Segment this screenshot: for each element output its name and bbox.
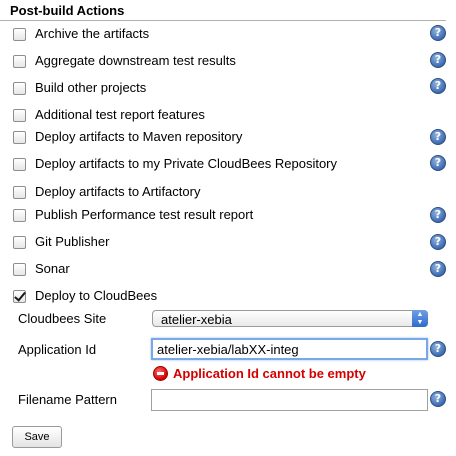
section-title: Post-build Actions [10,3,125,18]
help-icon[interactable]: ? [430,25,446,41]
git-publisher-checkbox[interactable] [13,236,26,249]
select-arrows-icon: ▲ ▼ [412,310,428,327]
action-row-aggregate-downstream[interactable]: Aggregate downstream test results ? [0,49,456,75]
help-icon[interactable]: ? [430,234,446,250]
application-id-label: Application Id [18,342,97,357]
action-label: Deploy artifacts to my Private CloudBees… [35,156,338,171]
action-row-git-publisher[interactable]: Git Publisher ? [0,230,456,256]
sonar-checkbox[interactable] [13,263,26,276]
action-row-deploy-maven[interactable]: Deploy artifacts to Maven repository ? [0,125,456,151]
action-label: Git Publisher [35,234,110,249]
deploy-maven-checkbox[interactable] [13,131,26,144]
publish-performance-checkbox[interactable] [13,209,26,222]
application-id-input[interactable] [151,338,428,360]
filename-pattern-input[interactable] [151,389,428,411]
build-other-projects-checkbox[interactable] [13,82,26,95]
additional-test-report-checkbox[interactable] [13,109,26,122]
action-label: Aggregate downstream test results [35,53,236,68]
action-label: Build other projects [35,80,147,95]
action-label: Publish Performance test result report [35,207,254,222]
action-row-sonar[interactable]: Sonar ? [0,257,456,283]
cloudbees-site-select[interactable]: atelier-xebia ▲ ▼ [152,310,428,327]
filename-pattern-label: Filename Pattern [18,392,117,407]
action-row-build-other-projects[interactable]: Build other projects ? [0,76,456,102]
action-label: Sonar [35,261,70,276]
action-row-deploy-private-cloudbees[interactable]: Deploy artifacts to my Private CloudBees… [0,152,456,178]
cloudbees-site-value: atelier-xebia [161,312,232,327]
post-build-actions-header: Post-build Actions [0,0,446,21]
action-row-deploy-cloudbees[interactable]: Deploy to CloudBees [0,284,456,310]
aggregate-downstream-checkbox[interactable] [13,55,26,68]
action-label: Archive the artifacts [35,26,150,41]
help-icon[interactable]: ? [430,78,446,94]
error-icon [153,366,168,381]
archive-artifacts-checkbox[interactable] [13,28,26,41]
help-icon[interactable]: ? [430,391,446,407]
help-icon[interactable]: ? [430,207,446,223]
deploy-private-cloudbees-checkbox[interactable] [13,158,26,171]
save-button[interactable]: Save [12,426,62,448]
action-label: Deploy artifacts to Artifactory [35,184,201,199]
help-icon[interactable]: ? [430,261,446,277]
help-icon[interactable]: ? [430,341,446,357]
deploy-cloudbees-checkbox[interactable] [13,290,26,303]
action-row-archive-artifacts[interactable]: Archive the artifacts ? [0,22,456,48]
cloudbees-site-label: Cloudbees Site [18,311,107,326]
deploy-artifactory-checkbox[interactable] [13,186,26,199]
help-icon[interactable]: ? [430,155,446,171]
action-label: Deploy to CloudBees [35,288,158,303]
action-label: Additional test report features [35,107,205,122]
help-icon[interactable]: ? [430,129,446,145]
action-label: Deploy artifacts to Maven repository [35,129,243,144]
help-icon[interactable]: ? [430,52,446,68]
action-row-publish-performance[interactable]: Publish Performance test result report ? [0,203,456,229]
application-id-error: Application Id cannot be empty [173,366,366,381]
